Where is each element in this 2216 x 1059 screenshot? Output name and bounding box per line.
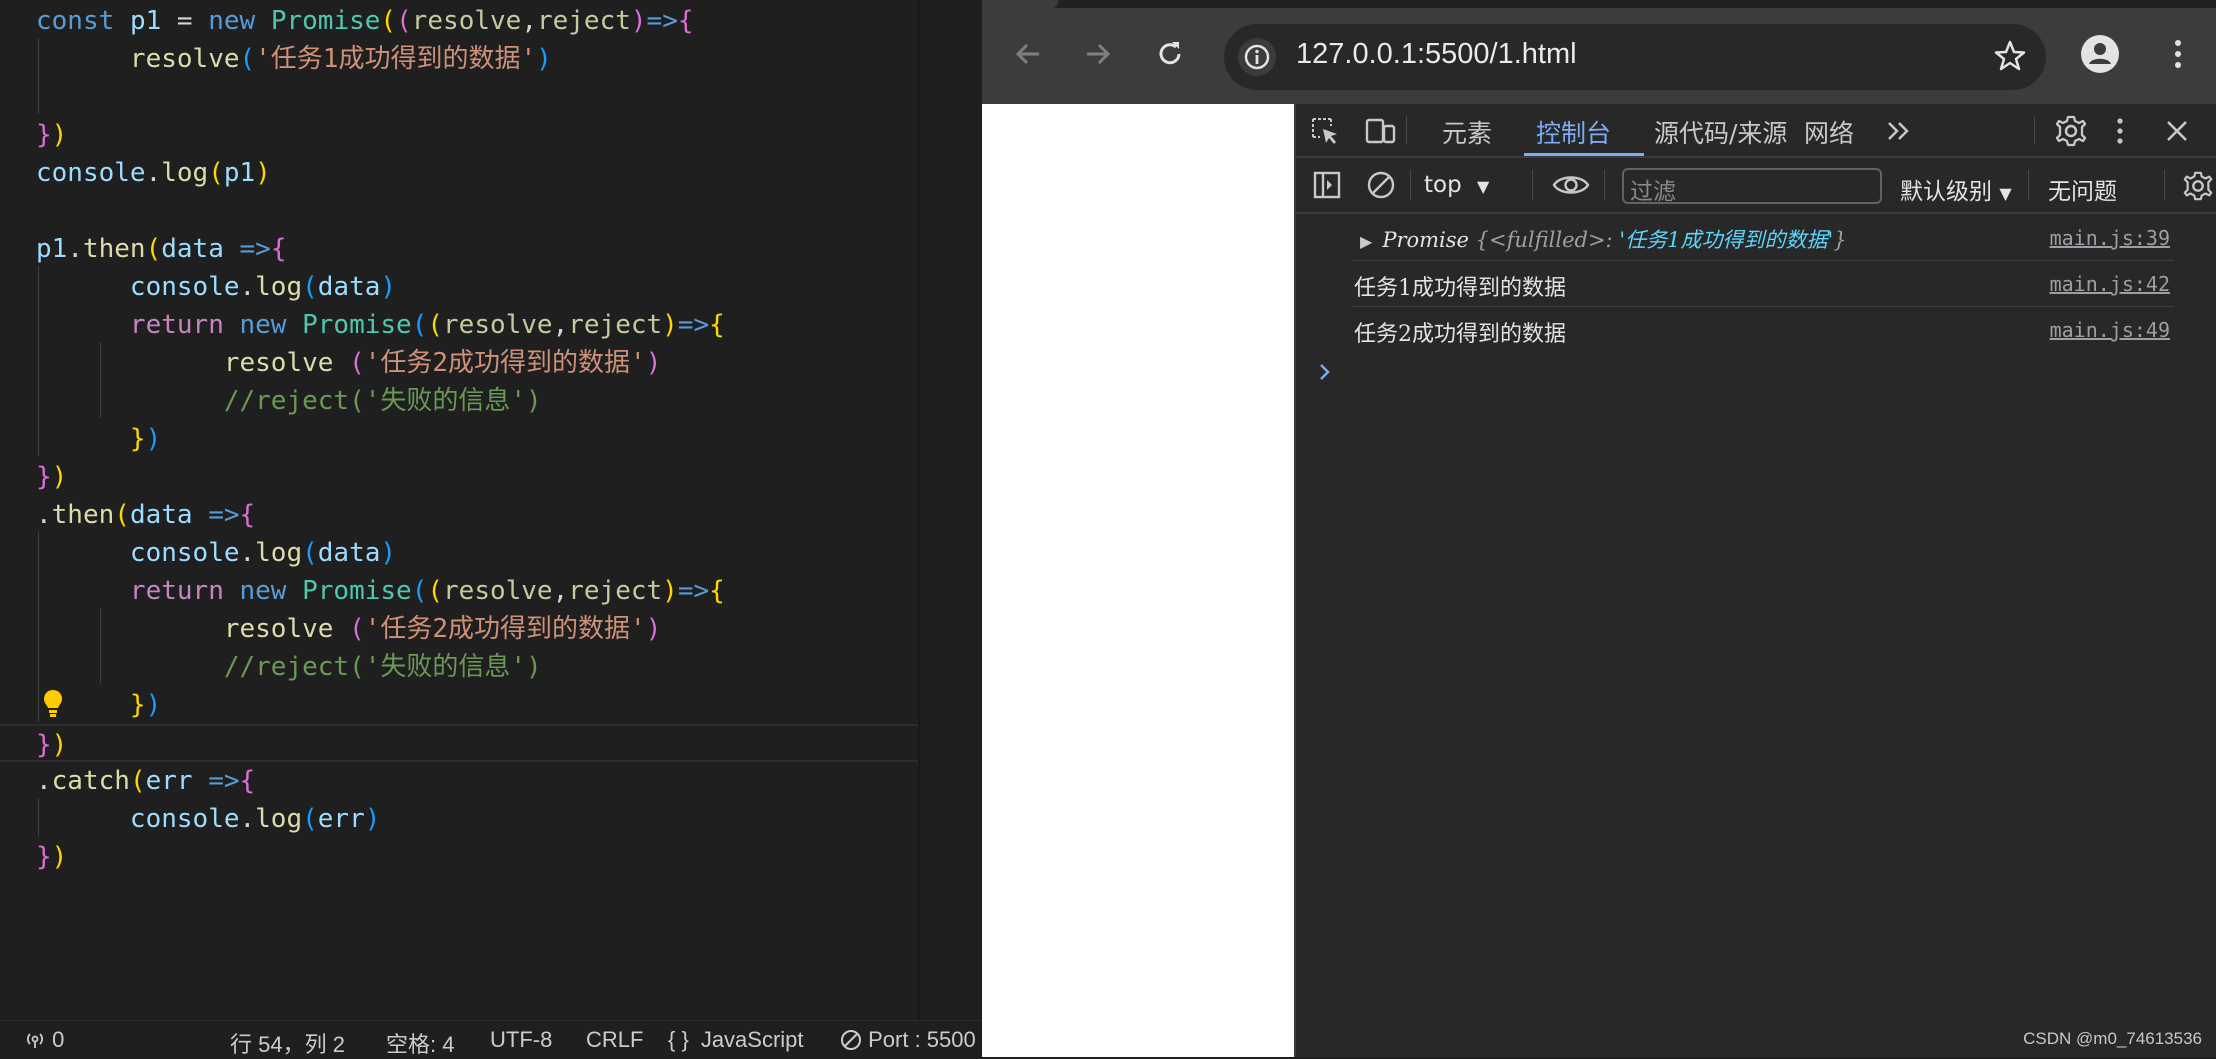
code-line[interactable]: const p1 = new Promise((resolve,reject)=… (36, 2, 694, 40)
reload-icon (1159, 42, 1181, 65)
console-message[interactable]: ▶ Promise {<fulfilled>: '任务1成功得到的数据'} mai… (1352, 216, 2174, 261)
string-literal: '任务1成功得到的数据' (255, 44, 537, 74)
devtools-tabbar: 元素 控制台 源代码/来源 网络 (1296, 104, 2216, 158)
remote-indicator[interactable]: 0 (24, 1027, 64, 1053)
code-line[interactable]: p1.then(data =>{ (36, 230, 287, 268)
log-text: 任务1成功得到的数据 (1354, 276, 1566, 301)
code-line[interactable]: console.log(data) (36, 268, 396, 306)
console-message[interactable]: 任务2成功得到的数据 main.js:49 (1352, 308, 2174, 352)
browser-toolbar: 127.0.0.1:5500/1.html (982, 0, 2216, 104)
close-icon[interactable] (2164, 118, 2190, 144)
browser-window: 127.0.0.1:5500/1.html 元素 控制台 源代码/来源 网络 t… (982, 0, 2216, 1057)
source-link[interactable]: main.js:42 (2050, 272, 2170, 296)
active-tab-indicator (1524, 153, 1644, 156)
code-line[interactable]: resolve ('任务2成功得到的数据') (36, 344, 662, 382)
inspect-element-icon[interactable] (1310, 116, 1340, 146)
code-line[interactable]: }) (36, 420, 161, 458)
code-line[interactable]: return new Promise((resolve,reject)=>{ (36, 306, 725, 344)
issues-counter[interactable]: 无问题 (2048, 172, 2117, 206)
bookmark-button[interactable] (1992, 38, 2028, 78)
devtools-panel: 元素 控制台 源代码/来源 网络 top ▼ 过滤 默认级别 ▼ 无问题 ▶ P… (1294, 104, 2216, 1057)
code-line[interactable]: }) (36, 458, 67, 496)
clear-console-icon[interactable] (1366, 170, 1396, 200)
language-mode[interactable]: { } JavaScript (668, 1027, 804, 1053)
line-ending[interactable]: CRLF (586, 1027, 643, 1053)
code-line[interactable]: }) (36, 116, 67, 154)
expand-triangle-icon[interactable]: ▶ (1360, 232, 1372, 251)
browser-menu-button[interactable] (2158, 34, 2198, 74)
watermark: CSDN @m0_74613536 (2023, 1029, 2202, 1048)
devtools-menu-icon[interactable] (2114, 116, 2126, 146)
editor-scroll-edge (918, 0, 920, 1020)
code-line[interactable]: .catch(err =>{ (36, 762, 255, 800)
context-selector[interactable]: top ▼ (1424, 172, 1489, 198)
toolbar-divider (1406, 116, 1407, 144)
dropdown-triangle-icon: ▼ (1999, 184, 2012, 203)
tab-sources[interactable]: 源代码/来源 (1654, 114, 1787, 150)
toolbar-divider (1410, 170, 1411, 200)
toolbar-divider (1604, 170, 1605, 200)
arrow-left-icon (1015, 43, 1039, 65)
status-bar: 0 行 54，列 2 空格: 4 UTF-8 CRLF { } JavaScrip… (0, 1020, 982, 1058)
code-line[interactable]: console.log(p1) (36, 154, 271, 192)
site-info-button[interactable] (1238, 38, 1276, 76)
back-button[interactable] (1008, 34, 1048, 74)
prohibited-icon (841, 1030, 861, 1050)
log-level-selector[interactable]: 默认级别 ▼ (1900, 172, 2012, 206)
log-text: 任务2成功得到的数据 (1354, 322, 1566, 347)
code-line[interactable]: console.log(data) (36, 534, 396, 572)
toolbar-divider (2034, 116, 2035, 144)
profile-button[interactable] (2080, 34, 2120, 74)
code-line[interactable]: .then(data =>{ (36, 496, 255, 534)
source-link[interactable]: main.js:39 (2050, 226, 2170, 250)
toolbar-divider (2028, 170, 2029, 200)
star-icon (1994, 40, 2026, 71)
code-line[interactable]: console.log(err) (36, 800, 380, 838)
tab-console[interactable]: 控制台 (1536, 114, 1611, 150)
file-encoding[interactable]: UTF-8 (490, 1027, 552, 1053)
more-vertical-icon (2175, 40, 2181, 68)
tab-strip (982, 0, 2216, 8)
toolbar-divider (1532, 170, 1533, 200)
promise-object[interactable]: ▶ Promise {<fulfilled>: '任务1成功得到的数据'} (1360, 224, 1847, 254)
live-server-port[interactable]: Port : 5500 (840, 1027, 976, 1053)
device-toolbar-icon[interactable] (1364, 116, 1396, 146)
code-line-current[interactable]: }) (0, 724, 918, 762)
source-link[interactable]: main.js:49 (2050, 318, 2170, 342)
braces-icon: { } (668, 1027, 689, 1052)
lightbulb-icon[interactable] (42, 689, 64, 719)
code-line[interactable]: return new Promise((resolve,reject)=>{ (36, 572, 725, 610)
code-line[interactable]: resolve('任务1成功得到的数据') (36, 40, 552, 78)
cursor-position[interactable]: 行 54，列 2 (230, 1027, 345, 1059)
more-tabs-icon[interactable] (1886, 120, 1912, 142)
code-line[interactable]: }) (36, 838, 67, 876)
indent-spaces[interactable]: 空格: 4 (386, 1027, 454, 1059)
broadcast-icon (27, 1033, 43, 1048)
console-toolbar: top ▼ 过滤 默认级别 ▼ 无问题 (1296, 158, 2216, 214)
code-editor[interactable]: const p1 = new Promise((resolve,reject)=… (0, 0, 982, 1057)
sidebar-toggle-icon[interactable] (1312, 170, 1342, 200)
tab-elements[interactable]: 元素 (1442, 114, 1492, 150)
forward-button[interactable] (1078, 34, 1118, 74)
dropdown-triangle-icon: ▼ (1477, 177, 1490, 196)
toolbar-divider (2164, 170, 2165, 200)
url-text[interactable]: 127.0.0.1:5500/1.html (1296, 38, 1577, 71)
code-line[interactable]: resolve ('任务2成功得到的数据') (36, 610, 662, 648)
console-message[interactable]: 任务1成功得到的数据 main.js:42 (1352, 262, 2174, 307)
address-bar[interactable]: 127.0.0.1:5500/1.html (1224, 24, 2046, 90)
code-line[interactable]: //reject('失败的信息') (36, 382, 542, 420)
tab-network[interactable]: 网络 (1804, 114, 1854, 150)
page-viewport[interactable] (982, 104, 1294, 1057)
reload-button[interactable] (1150, 34, 1190, 74)
filter-input[interactable]: 过滤 (1622, 168, 1882, 205)
console-prompt-chevron-icon[interactable] (1318, 362, 1332, 382)
settings-gear-icon[interactable] (2054, 114, 2088, 148)
code-line[interactable]: //reject('失败的信息') (36, 648, 542, 686)
info-icon (1244, 44, 1270, 70)
eye-icon[interactable] (1552, 172, 1590, 198)
avatar-icon (2081, 35, 2119, 73)
arrow-right-icon (1087, 43, 1111, 65)
console-settings-gear-icon[interactable] (2182, 170, 2214, 202)
